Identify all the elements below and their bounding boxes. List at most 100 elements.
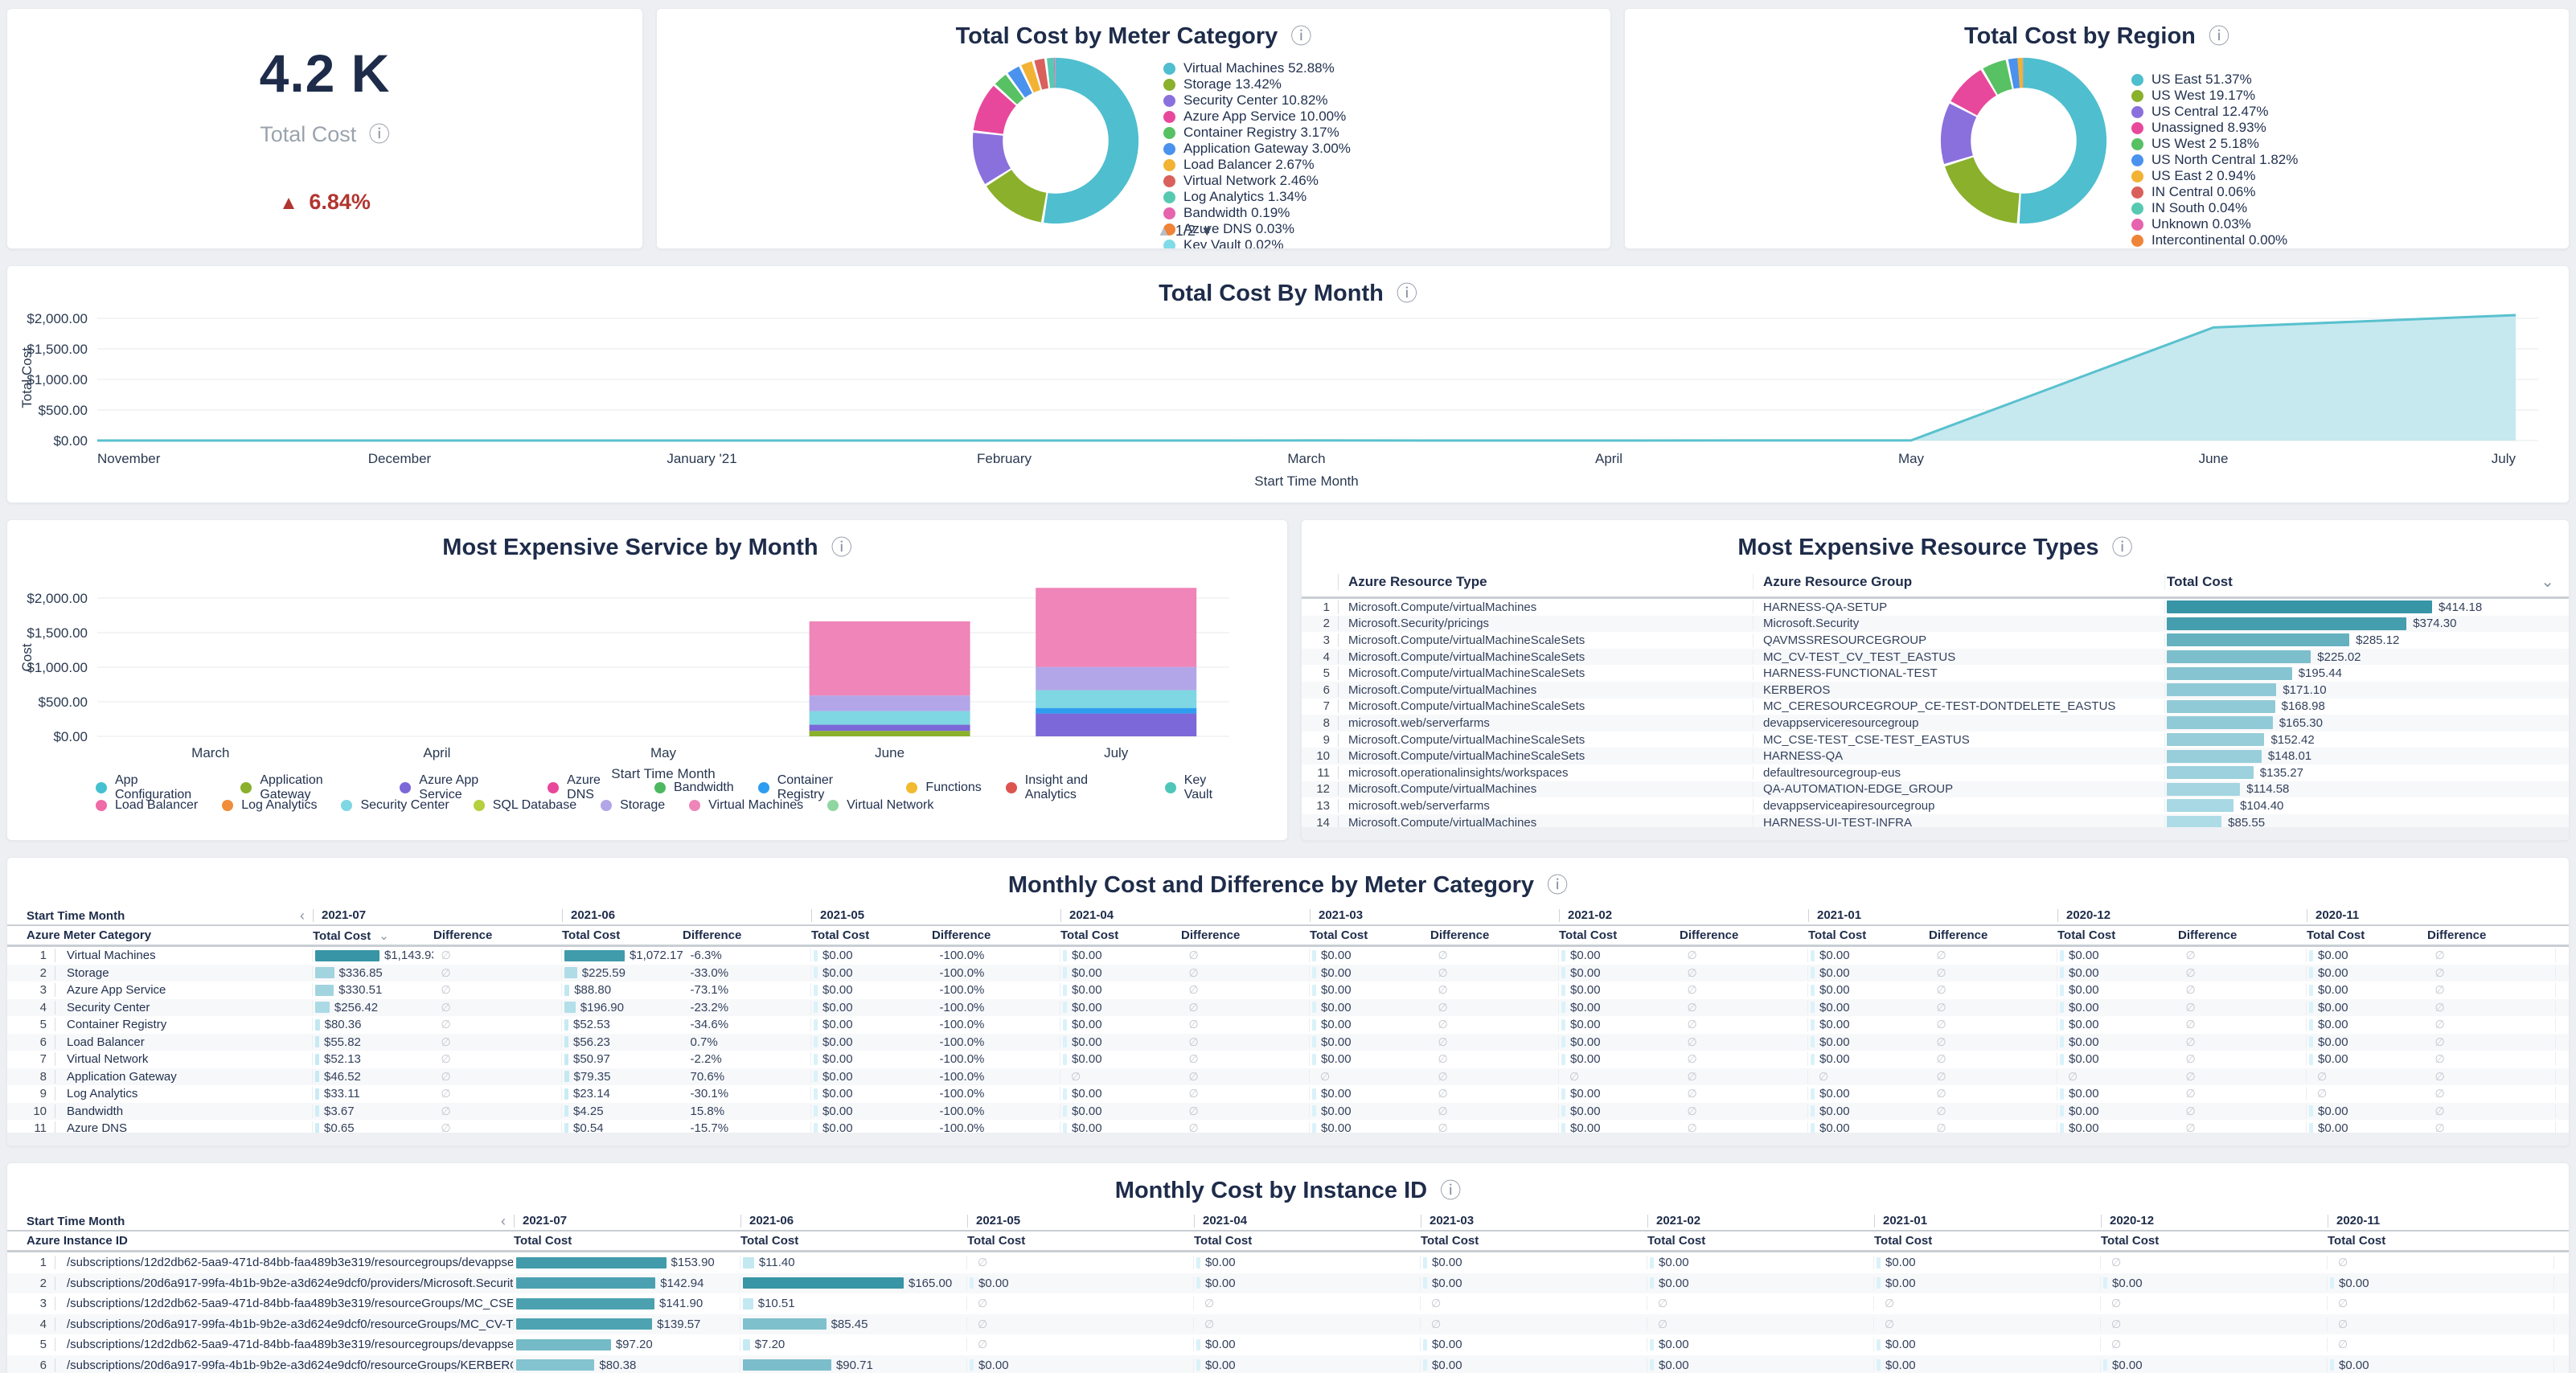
row-header-label[interactable]: Azure Meter Category — [7, 928, 313, 942]
stack-segment-azure-app-service[interactable] — [1036, 714, 1196, 736]
month-label[interactable]: 2021-03 — [1310, 909, 1559, 922]
month-label[interactable]: 2021-07 — [313, 909, 562, 922]
table-row[interactable]: 5/subscriptions/12d2db62-5aa9-471d-84bb-… — [7, 1334, 2569, 1355]
legend-item-us-north-central[interactable]: US North Central 1.82% — [2131, 152, 2298, 168]
stack-segment-container-registry[interactable] — [1036, 708, 1196, 714]
table-row[interactable]: 5Microsoft.Compute/virtualMachineScaleSe… — [1302, 665, 2569, 682]
collapse-chevron-icon[interactable]: ‹ — [501, 1213, 506, 1230]
total-cost-by-month-chart[interactable]: $0.00$500.00$1,000.00$1,500.00$2,000.00N… — [7, 307, 2554, 503]
legend-item-virtual-machines[interactable]: Virtual Machines — [689, 797, 803, 814]
col-header-total-cost[interactable]: Total Cost — [1559, 928, 1680, 942]
legend-item-us-east[interactable]: US East 51.37% — [2131, 72, 2298, 88]
legend-item-load-balancer[interactable]: Load Balancer — [96, 797, 198, 814]
row-header-label[interactable]: Azure Instance ID — [7, 1234, 514, 1248]
legend-item-app-configuration[interactable]: App Configuration — [96, 779, 216, 797]
legend-item-load-balancer[interactable]: Load Balancer 2.67% — [1163, 157, 1351, 173]
col-header-total-cost[interactable]: Total Cost — [1808, 928, 1929, 942]
legend-item-intercontinental[interactable]: Intercontinental 0.00% — [2131, 232, 2298, 248]
sort-chevron-icon[interactable]: ⌄ — [2541, 572, 2554, 592]
table-row[interactable]: 10Bandwidth$3.67∅$4.2515.8%$0.00-100.0%$… — [7, 1103, 2569, 1121]
col-header-total-cost[interactable]: Total Cost — [2307, 928, 2427, 942]
legend-item-log-analytics[interactable]: Log Analytics 1.34% — [1163, 189, 1351, 205]
info-icon[interactable]: ⓘ — [1547, 873, 1568, 897]
month-label[interactable]: 2020-12 — [2101, 1215, 2328, 1228]
legend-item-us-west-2[interactable]: US West 2 5.18% — [2131, 136, 2298, 152]
legend-item-eu-west[interactable]: EU West 0.00% — [2131, 248, 2298, 249]
info-icon[interactable]: ⓘ — [1440, 1178, 1461, 1203]
month-label[interactable]: 2021-02 — [1559, 909, 1808, 922]
legend-item-azure-app-service[interactable]: Azure App Service — [400, 779, 523, 797]
table-row[interactable]: 7Virtual Network$52.13∅$50.97-2.2%$0.00-… — [7, 1051, 2569, 1068]
table-row[interactable]: 4Microsoft.Compute/virtualMachineScaleSe… — [1302, 649, 2569, 666]
col-header-total-cost[interactable]: Total Cost — [1060, 928, 1181, 942]
col-header-total-cost[interactable]: Total Cost — [1421, 1234, 1647, 1248]
col-header-total-cost[interactable]: Total Cost — [1310, 928, 1430, 942]
table-row[interactable]: 1Microsoft.Compute/virtualMachinesHARNES… — [1302, 599, 2569, 616]
col-header-total-cost[interactable]: Total Cost — [1647, 1234, 1874, 1248]
info-icon[interactable]: ⓘ — [1290, 24, 1311, 48]
table-row[interactable]: 6Microsoft.Compute/virtualMachinesKERBER… — [1302, 682, 2569, 699]
table-row[interactable]: 8microsoft.web/serverfarmsdevappservicer… — [1302, 715, 2569, 732]
stack-segment-security-center[interactable] — [810, 711, 970, 725]
legend-item-bandwidth[interactable]: Bandwidth — [654, 779, 734, 797]
col-header-difference[interactable]: Difference — [433, 928, 562, 942]
col-header-total-cost[interactable]: Total Cost — [811, 928, 932, 942]
col-header-difference[interactable]: Difference — [683, 928, 811, 942]
table-row[interactable]: 11microsoft.operationalinsights/workspac… — [1302, 764, 2569, 781]
legend-item-application-gateway[interactable]: Application Gateway 3.00% — [1163, 141, 1351, 157]
month-label[interactable]: 2020-11 — [2307, 909, 2556, 922]
col-header-total-cost[interactable]: Total Cost — [1874, 1234, 2101, 1248]
legend-item-unknown[interactable]: Unknown 0.03% — [2131, 216, 2298, 232]
table-row[interactable]: 9Log Analytics$33.11∅$23.14-30.1%$0.00-1… — [7, 1085, 2569, 1103]
legend-item-key-vault[interactable]: Key Vault — [1165, 779, 1237, 797]
legend-item-in-south[interactable]: IN South 0.04% — [2131, 200, 2298, 216]
col-header-total-cost[interactable]: Total Cost — [514, 1234, 740, 1248]
col-header-total-cost[interactable]: Total Cost — [2057, 928, 2178, 942]
service-by-month-chart[interactable]: $0.00$500.00$1,000.00$1,500.00$2,000.00M… — [7, 561, 1261, 778]
table-row[interactable]: 3Microsoft.Compute/virtualMachineScaleSe… — [1302, 632, 2569, 649]
legend-item-storage[interactable]: Storage — [601, 797, 665, 814]
table-row[interactable]: 1Virtual Machines$1,143.93∅$1,072.17-6.3… — [7, 947, 2569, 965]
legend-item-virtual-network[interactable]: Virtual Network — [827, 797, 933, 814]
col-header-difference[interactable]: Difference — [2427, 928, 2556, 942]
col-header-difference[interactable]: Difference — [932, 928, 1060, 942]
table-row[interactable]: 2Microsoft.Security/pricingsMicrosoft.Se… — [1302, 616, 2569, 633]
legend-item-azure-app-service[interactable]: Azure App Service 10.00% — [1163, 109, 1351, 125]
stack-segment-storage[interactable] — [810, 695, 970, 711]
month-label[interactable]: 2021-02 — [1647, 1215, 1874, 1228]
table-row[interactable]: 2Storage$336.85∅$225.59-33.0%$0.00-100.0… — [7, 965, 2569, 982]
legend-item-container-registry[interactable]: Container Registry — [758, 779, 883, 797]
table-row[interactable]: 3/subscriptions/12d2db62-5aa9-471d-84bb-… — [7, 1293, 2569, 1314]
info-icon[interactable]: ⓘ — [2209, 24, 2229, 48]
month-label[interactable]: 2021-01 — [1874, 1215, 2101, 1228]
table-row[interactable]: 7Microsoft.Compute/virtualMachineScaleSe… — [1302, 699, 2569, 715]
table-row[interactable]: 1/subscriptions/12d2db62-5aa9-471d-84bb-… — [7, 1252, 2569, 1273]
info-icon[interactable]: ⓘ — [831, 535, 852, 559]
stack-segment-azure-app-service[interactable] — [810, 725, 970, 732]
legend-item-storage[interactable]: Storage 13.42% — [1163, 76, 1351, 92]
month-label[interactable]: 2021-03 — [1421, 1215, 1647, 1228]
legend-item-sql-database[interactable]: SQL Database — [474, 797, 576, 814]
col-header-total-cost[interactable]: Total Cost — [1194, 1234, 1421, 1248]
legend-item-application-gateway[interactable]: Application Gateway — [240, 779, 375, 797]
table-row[interactable]: 13microsoft.web/serverfarmsdevappservice… — [1302, 797, 2569, 814]
legend-item-security-center[interactable]: Security Center 10.82% — [1163, 92, 1351, 109]
horizontal-scrollbar[interactable] — [7, 1133, 2569, 1146]
col-header-total-cost[interactable]: Total Cost — [562, 928, 683, 942]
month-label[interactable]: 2021-04 — [1060, 909, 1310, 922]
info-icon[interactable]: ⓘ — [1397, 281, 1417, 305]
col-header-total-cost[interactable]: Total Cost — [2328, 1234, 2554, 1248]
col-header-resource-type[interactable]: Azure Resource Type — [1339, 574, 1754, 590]
col-header-total-cost[interactable]: Total Cost — [967, 1234, 1194, 1248]
col-header-total-cost[interactable]: Total Cost⌄ — [313, 928, 433, 943]
region-donut[interactable] — [1937, 54, 2110, 227]
info-icon[interactable]: ⓘ — [369, 122, 390, 146]
col-header-difference[interactable]: Difference — [1181, 928, 1310, 942]
month-label[interactable]: 2020-11 — [2328, 1215, 2554, 1228]
stack-segment-virtual-machines[interactable] — [810, 621, 970, 695]
table-row[interactable]: 12Microsoft.Compute/virtualMachinesQA-AU… — [1302, 781, 2569, 798]
horizontal-scrollbar[interactable] — [1302, 827, 2569, 840]
legend-item-in-central[interactable]: IN Central 0.06% — [2131, 184, 2298, 200]
table-row[interactable]: 3Azure App Service$330.51∅$88.80-73.1%$0… — [7, 982, 2569, 999]
month-label[interactable]: 2021-05 — [967, 1215, 1194, 1228]
